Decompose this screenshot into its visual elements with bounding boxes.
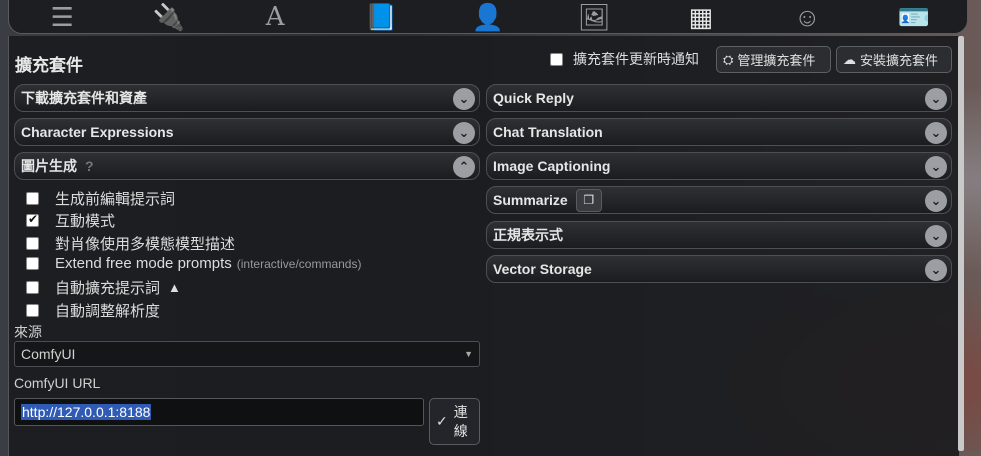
regex-drawer[interactable]: 正規表示式 ⌄ — [486, 221, 952, 249]
smile-icon[interactable]: ☺ — [790, 2, 824, 32]
manage-extensions-label: 管理擴充套件 — [737, 53, 816, 68]
option-checkbox[interactable] — [26, 257, 39, 270]
chat-translation-drawer[interactable]: Chat Translation ⌄ — [486, 118, 952, 146]
chevron-down-icon[interactable]: ⌄ — [453, 122, 475, 144]
notify-checkbox[interactable] — [550, 52, 563, 66]
notify-updates-toggle[interactable]: 擴充套件更新時通知 — [550, 49, 699, 69]
warning-icon: ▲ — [168, 280, 181, 295]
drawer-label: Summarize — [493, 192, 568, 208]
option-multimodal-portrait[interactable]: 對肖像使用多模態模型描述 — [26, 233, 235, 254]
image-captioning-drawer[interactable]: Image Captioning ⌄ — [486, 152, 952, 180]
vector-storage-drawer[interactable]: Vector Storage ⌄ — [486, 255, 952, 283]
chevron-down-icon[interactable]: ⌄ — [925, 88, 947, 110]
manage-extensions-button[interactable]: ⛭ 管理擴充套件 — [716, 46, 831, 73]
font-icon[interactable]: A — [258, 2, 292, 32]
drawer-label: 圖片生成 — [21, 158, 77, 174]
option-auto-enhance[interactable]: 自動擴充提示詞 ▲ — [26, 277, 181, 298]
connect-label: 連線 — [453, 403, 468, 439]
option-label: 生成前編輯提示詞 — [55, 191, 176, 208]
option-label: 對肖像使用多模態模型描述 — [55, 236, 236, 253]
image-generation-drawer[interactable]: 圖片生成 ? ⌃ — [14, 152, 480, 180]
cubes-icon[interactable]: ▦ — [684, 2, 718, 32]
option-label: 自動擴充提示詞 — [55, 280, 161, 297]
page-title: 擴充套件 — [15, 56, 83, 75]
option-label: 自動調整解析度 — [55, 303, 161, 320]
summarize-drawer[interactable]: Summarize ❐ ⌄ — [486, 186, 952, 214]
plug-icon[interactable]: 🔌 — [152, 2, 186, 32]
download-extensions-drawer[interactable]: 下載擴充套件和資產 ⌄ — [14, 84, 480, 112]
source-label: 來源 — [14, 324, 42, 340]
chevron-down-icon[interactable]: ⌄ — [925, 122, 947, 144]
user-gear-icon[interactable]: 👤 — [471, 2, 505, 32]
character-expressions-drawer[interactable]: Character Expressions ⌄ — [14, 118, 480, 146]
option-label: 互動模式 — [55, 213, 116, 230]
book-icon[interactable]: 📘 — [365, 2, 399, 32]
chevron-down-icon[interactable]: ⌄ — [925, 259, 947, 281]
drawer-label: Image Captioning — [493, 158, 611, 174]
install-extension-button[interactable]: ☁ 安裝擴充套件 — [836, 46, 952, 73]
scrollbar[interactable] — [958, 36, 964, 451]
check-icon: ✓ — [436, 413, 448, 429]
chevron-down-icon[interactable]: ⌄ — [925, 190, 947, 212]
chevron-up-icon[interactable]: ⌃ — [453, 156, 475, 178]
drawer-label: Chat Translation — [493, 124, 603, 140]
url-label: ComfyUI URL — [14, 375, 101, 391]
dropdown-arrow-icon: ▼ — [464, 349, 473, 359]
image-icon[interactable]: 🖼 — [577, 2, 611, 32]
drawer-label: 下載擴充套件和資產 — [21, 90, 147, 106]
option-checkbox[interactable] — [26, 192, 39, 205]
drawer-label: Character Expressions — [21, 124, 174, 140]
copy-icon[interactable]: ❐ — [575, 188, 602, 212]
drawer-label: Quick Reply — [493, 90, 574, 106]
option-checkbox[interactable] — [26, 304, 39, 317]
option-checkbox[interactable] — [26, 237, 39, 250]
option-hint: (interactive/commands) — [236, 256, 362, 271]
url-value: http://127.0.0.1:8188 — [21, 404, 152, 420]
chevron-down-icon[interactable]: ⌄ — [453, 88, 475, 110]
quick-reply-drawer[interactable]: Quick Reply ⌄ — [486, 84, 952, 112]
source-value: ComfyUI — [21, 346, 76, 362]
top-toolbar: ☰ 🔌 A 📘 👤 🖼 ▦ ☺ 🪪 — [8, 0, 968, 34]
cloud-download-icon: ☁ — [843, 51, 856, 67]
connect-button[interactable]: ✓ 連線 — [429, 398, 480, 445]
option-auto-resolution[interactable]: 自動調整解析度 — [26, 300, 160, 321]
option-extend-free-mode[interactable]: Extend free mode prompts (interactive/co… — [26, 255, 361, 272]
chevron-down-icon[interactable]: ⌄ — [925, 225, 947, 247]
help-icon[interactable]: ? — [85, 158, 94, 174]
option-checkbox[interactable] — [26, 212, 39, 227]
option-checkbox[interactable] — [26, 281, 39, 294]
install-extension-label: 安裝擴充套件 — [860, 53, 939, 68]
sliders-icon[interactable]: ☰ — [45, 2, 79, 32]
drawer-label: Vector Storage — [493, 261, 592, 277]
cubes-icon: ⛭ — [723, 51, 734, 67]
option-label: Extend free mode prompts — [55, 255, 232, 272]
option-interactive-mode[interactable]: 互動模式 — [26, 210, 115, 231]
notify-label: 擴充套件更新時通知 — [573, 51, 699, 67]
chevron-down-icon[interactable]: ⌄ — [925, 156, 947, 178]
drawer-label: 正規表示式 — [493, 227, 563, 243]
source-select[interactable]: ComfyUI ▼ — [14, 341, 480, 367]
id-card-icon[interactable]: 🪪 — [897, 2, 931, 32]
option-edit-prompts[interactable]: 生成前編輯提示詞 — [26, 188, 175, 209]
comfyui-url-input[interactable]: http://127.0.0.1:8188 — [14, 398, 424, 426]
extensions-drawer: 擴充套件 擴充套件更新時通知 ⛭ 管理擴充套件 ☁ 安裝擴充套件 下載擴充套件和… — [8, 36, 959, 456]
